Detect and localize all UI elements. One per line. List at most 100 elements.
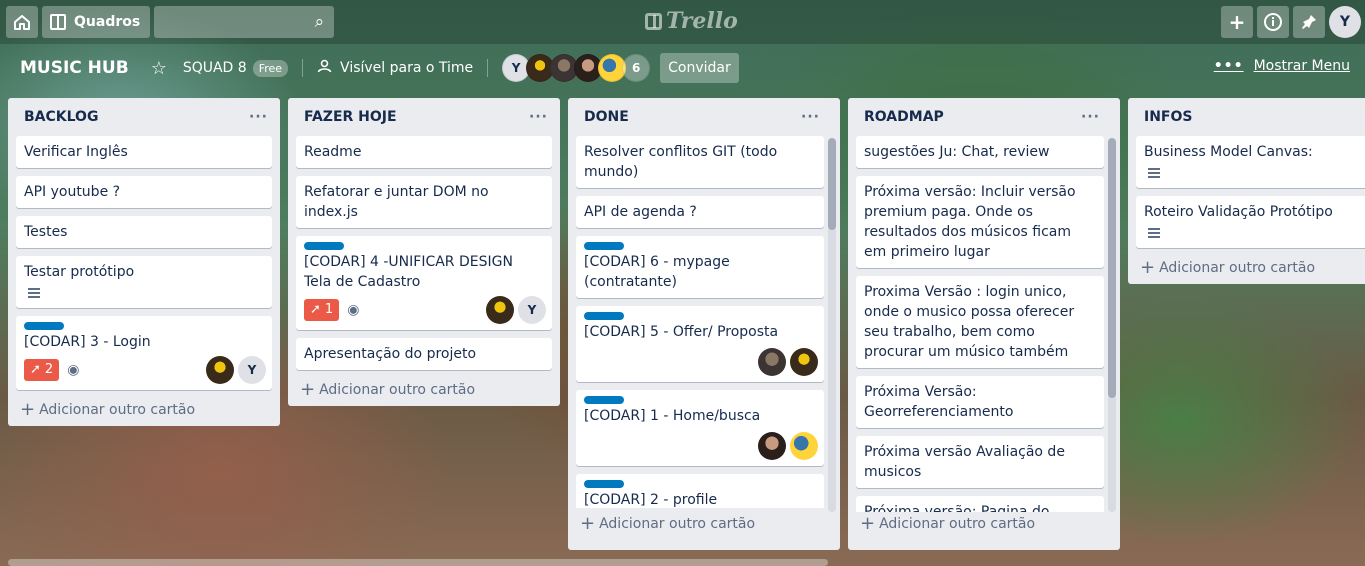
badge-count: 1 (324, 302, 334, 317)
member-avatar[interactable] (758, 348, 786, 376)
plan-badge: Free (252, 59, 289, 77)
card[interactable]: Proxima Versão : login unico, onde o mus… (856, 276, 1104, 368)
team-name[interactable]: SQUAD 8 (183, 60, 247, 76)
info-button[interactable] (1257, 6, 1289, 38)
member-avatar[interactable] (206, 356, 234, 384)
add-card-button[interactable]: + Adicionar outro cartão (16, 398, 272, 419)
list-roadmap: ROADMAP ··· sugestões Ju: Chat, review P… (848, 98, 1120, 550)
member-avatar[interactable] (486, 296, 514, 324)
card[interactable]: API de agenda ? (576, 196, 824, 228)
board-horizontal-scrollbar[interactable] (8, 559, 828, 566)
card-label[interactable] (24, 322, 64, 330)
add-card-button[interactable]: + Adicionar outro cartão (296, 378, 552, 399)
user-avatar[interactable]: Y (1329, 6, 1361, 38)
card[interactable]: Resolver conflitos GIT (todo mundo) (576, 136, 824, 188)
list-title[interactable]: ROADMAP (864, 109, 944, 125)
card[interactable]: Próxima versão: Pagina do musico (856, 496, 1104, 512)
member-avatar[interactable] (790, 348, 818, 376)
board-header: MUSIC HUB ☆ SQUAD 8 Free Visível para o … (0, 46, 1365, 90)
create-button[interactable]: + (1221, 6, 1253, 38)
card[interactable]: Apresentação do projeto (296, 338, 552, 370)
card[interactable]: Próxima versão Avaliação de musicos (856, 436, 1104, 488)
card[interactable]: [CODAR] 1 - Home/busca (576, 390, 824, 466)
home-button[interactable] (6, 6, 38, 38)
list-infos: INFOS Business Model Canvas: Roteiro Val… (1128, 98, 1365, 284)
home-icon (14, 15, 30, 30)
member-count[interactable]: 6 (622, 54, 651, 82)
card-label[interactable] (584, 242, 624, 250)
card[interactable]: Testar protótipo (16, 256, 272, 308)
list-header: FAZER HOJE ··· (296, 98, 552, 136)
card[interactable]: sugestões Ju: Chat, review (856, 136, 1104, 168)
card[interactable]: Testes (16, 216, 272, 248)
list-header: BACKLOG ··· (16, 98, 272, 136)
trello-logo[interactable]: Trello (645, 8, 738, 34)
list-title[interactable]: INFOS (1144, 109, 1192, 125)
card-title: [CODAR] 2 - profile (584, 492, 718, 508)
scrollbar-thumb[interactable] (1108, 138, 1116, 398)
card[interactable]: [CODAR] 5 - Offer/ Proposta (576, 306, 824, 382)
description-icon (1148, 168, 1160, 178)
badge-count: 2 (44, 362, 54, 377)
search-input[interactable]: ⌕ (154, 6, 335, 38)
card-members: Y (482, 296, 546, 324)
card[interactable]: Refatorar e juntar DOM no index.js (296, 176, 552, 228)
scrollbar-thumb[interactable] (828, 138, 836, 230)
card-title: [CODAR] 6 - mypage (contratante) (584, 254, 730, 290)
card[interactable]: [CODAR] 3 - Login ➚ 2 ◉ Y (16, 316, 272, 390)
member-avatar[interactable] (790, 432, 818, 460)
card-label[interactable] (304, 242, 344, 250)
list-title[interactable]: BACKLOG (24, 109, 98, 125)
board-title[interactable]: MUSIC HUB (20, 58, 129, 78)
card-title: Readme (304, 144, 362, 160)
trello-logo-icon (645, 12, 662, 30)
list-title[interactable]: FAZER HOJE (304, 109, 397, 125)
card-label[interactable] (584, 396, 624, 404)
member-avatar[interactable] (758, 432, 786, 460)
list-title[interactable]: DONE (584, 109, 629, 125)
card[interactable]: Business Model Canvas: (1136, 136, 1365, 188)
notifications-button[interactable] (1293, 6, 1325, 38)
show-menu-button[interactable]: ••• Mostrar Menu (1214, 58, 1350, 74)
list-fazer-hoje: FAZER HOJE ··· Readme Refatorar e juntar… (288, 98, 560, 406)
visibility-button[interactable]: Visível para o Time (340, 60, 473, 76)
show-menu-label: Mostrar Menu (1253, 58, 1350, 74)
list-menu-icon[interactable]: ··· (529, 109, 548, 125)
add-card-button[interactable]: + Adicionar outro cartão (576, 508, 824, 533)
add-card-button[interactable]: + Adicionar outro cartão (856, 512, 1104, 533)
card-title: Resolver conflitos GIT (todo mundo) (584, 144, 778, 180)
card[interactable]: Próxima versão: Incluir versão premium p… (856, 176, 1104, 268)
boards-button[interactable]: Quadros (42, 6, 151, 38)
card-title: [CODAR] 3 - Login (24, 334, 151, 350)
add-card-button[interactable]: + Adicionar outro cartão (1136, 256, 1365, 277)
list-menu-icon[interactable]: ··· (249, 109, 268, 125)
list-header: DONE ··· (576, 98, 824, 136)
list-menu-icon[interactable]: ··· (801, 109, 820, 125)
card[interactable]: Roteiro Validação Protótipo (1136, 196, 1365, 248)
star-icon[interactable]: ☆ (151, 58, 167, 79)
card-label[interactable] (584, 312, 624, 320)
card-title: [CODAR] 1 - Home/busca (584, 408, 761, 424)
card[interactable]: [CODAR] 4 -UNIFICAR DESIGN Tela de Cadas… (296, 236, 552, 330)
add-card-label: Adicionar outro cartão (1159, 260, 1316, 276)
card-container: Resolver conflitos GIT (todo mundo) API … (576, 136, 824, 508)
member-avatar[interactable]: Y (238, 356, 266, 384)
description-icon (28, 288, 40, 298)
card-label[interactable] (584, 480, 624, 488)
card[interactable]: Verificar Inglês (16, 136, 272, 168)
trello-logo-text: Trello (666, 8, 738, 34)
card-title: Proxima Versão : login unico, onde o mus… (864, 284, 1075, 360)
list-scrollbar[interactable] (828, 138, 836, 512)
card-title: Próxima versão Avaliação de musicos (864, 444, 1065, 480)
card[interactable]: API youtube ? (16, 176, 272, 208)
card[interactable]: [CODAR] 6 - mypage (contratante) (576, 236, 824, 298)
list-menu-icon[interactable]: ··· (1081, 109, 1100, 125)
invite-button[interactable]: Convidar (660, 53, 739, 83)
list-header: INFOS (1136, 98, 1365, 136)
member-avatar[interactable]: Y (518, 296, 546, 324)
list-scrollbar[interactable] (1108, 138, 1116, 512)
card[interactable]: Próxima Versão: Georreferenciamento (856, 376, 1104, 428)
card-title: Próxima Versão: Georreferenciamento (864, 384, 1014, 420)
card[interactable]: [CODAR] 2 - profile (576, 474, 824, 508)
card[interactable]: Readme (296, 136, 552, 168)
